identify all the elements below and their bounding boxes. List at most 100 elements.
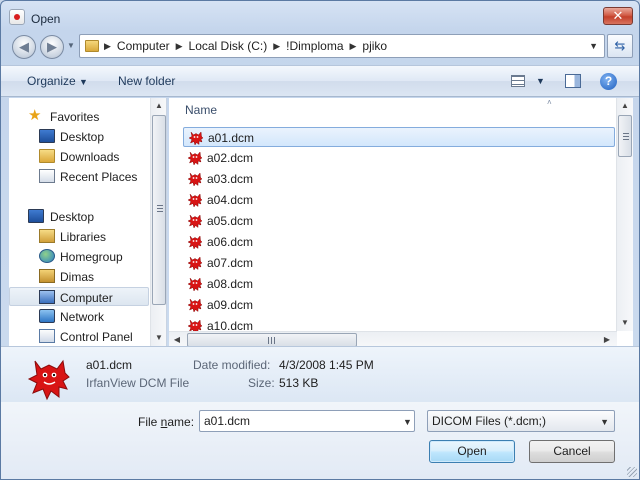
refresh-button[interactable]: ⇆ <box>607 34 633 58</box>
network-icon <box>39 309 55 323</box>
nav-favorites-label: Favorites <box>50 110 100 124</box>
breadcrumb-dimploma[interactable]: !Dimploma <box>286 39 343 53</box>
irfanview-cat-icon <box>187 298 203 313</box>
file-name: a06.dcm <box>207 235 254 249</box>
file-name: a02.dcm <box>207 151 254 165</box>
scroll-thumb[interactable] <box>152 115 166 305</box>
irfanview-cat-icon <box>187 235 203 250</box>
breadcrumb: ▶ Computer ▶ Local Disk (C:) ▶ !Dimploma… <box>104 39 387 53</box>
breadcrumb-local-disk[interactable]: Local Disk (C:) <box>189 39 268 53</box>
breadcrumb-arrow-icon[interactable]: ▶ <box>104 41 111 52</box>
details-pane: a01.dcm IrfanView DCM File Date modified… <box>1 346 639 402</box>
nav-item-desktop[interactable]: Desktop <box>9 127 149 146</box>
desktop-icon <box>39 129 55 143</box>
file-name: a03.dcm <box>207 172 254 186</box>
new-folder-button[interactable]: New folder <box>118 74 175 88</box>
recent-locations-dropdown-icon[interactable]: ▼ <box>67 41 75 50</box>
help-icon[interactable]: ? <box>600 73 617 90</box>
close-button[interactable]: ✕ <box>603 7 633 25</box>
file-list-item[interactable]: a08.dcm <box>183 274 615 294</box>
app-icon <box>9 9 25 25</box>
details-date-value: 4/3/2008 1:45 PM <box>279 358 374 372</box>
nav-desktop-root[interactable]: Desktop <box>9 207 149 226</box>
file-list-item[interactable]: a01.dcm <box>183 127 615 147</box>
irfanview-cat-icon <box>187 256 203 271</box>
nav-item-downloads[interactable]: Downloads <box>9 147 149 166</box>
back-button[interactable]: ◀ <box>12 35 36 59</box>
recent-places-icon <box>39 169 55 183</box>
file-list-item[interactable]: a07.dcm <box>183 253 615 273</box>
nav-item-computer[interactable]: Computer <box>9 287 149 306</box>
computer-icon <box>39 290 55 304</box>
nav-item-label: Homegroup <box>60 250 123 264</box>
breadcrumb-arrow-icon[interactable]: ▶ <box>273 41 280 52</box>
libraries-icon <box>39 229 55 243</box>
folder-icon <box>85 40 99 52</box>
nav-favorites[interactable]: ★ Favorites <box>9 107 149 126</box>
open-dialog: Open ✕ ◀ ▶ ▼ ▶ Computer ▶ Local Disk (C:… <box>0 0 640 480</box>
view-options-dropdown-icon[interactable]: ▼ <box>536 76 545 86</box>
nav-item-homegroup[interactable]: Homegroup <box>9 247 149 266</box>
file-list-item[interactable]: a03.dcm <box>183 169 615 189</box>
file-list-item[interactable]: a05.dcm <box>183 211 615 231</box>
irfanview-cat-icon <box>188 131 204 146</box>
details-file-type: IrfanView DCM File <box>86 376 190 390</box>
user-folder-icon <box>39 269 55 283</box>
file-name-input[interactable] <box>199 410 415 432</box>
nav-item-label: Downloads <box>60 150 120 164</box>
scroll-up-icon[interactable]: ▲ <box>617 98 633 114</box>
irfanview-cat-icon <box>187 151 203 166</box>
address-bar[interactable]: ▶ Computer ▶ Local Disk (C:) ▶ !Dimploma… <box>79 34 605 58</box>
file-list-scrollbar[interactable]: ▲ ▼ <box>616 98 633 331</box>
scroll-down-icon[interactable]: ▼ <box>617 315 633 331</box>
navigation-pane: ★ Favorites Desktop Downloads Recent Pla… <box>9 98 167 346</box>
nav-pane-scrollbar[interactable]: ▲ ▼ <box>150 98 166 346</box>
file-name-dropdown-icon[interactable]: ▼ <box>403 417 412 427</box>
file-list-item[interactable]: a09.dcm <box>183 295 615 315</box>
column-header-name[interactable]: Name <box>185 103 217 117</box>
file-list-item[interactable]: a04.dcm <box>183 190 615 210</box>
irfanview-cat-icon <box>27 359 70 401</box>
breadcrumb-arrow-icon[interactable]: ▶ <box>350 41 357 52</box>
forward-arrow-icon: ▶ <box>47 39 57 54</box>
refresh-icon: ⇆ <box>614 38 626 53</box>
file-type-value: DICOM Files (*.dcm;) <box>432 414 546 428</box>
nav-desktop-root-label: Desktop <box>50 210 95 224</box>
file-list-item[interactable]: a02.dcm <box>183 148 615 168</box>
forward-button[interactable]: ▶ <box>40 35 64 59</box>
change-view-icon[interactable] <box>511 75 525 87</box>
nav-item-network[interactable]: Network <box>9 307 149 326</box>
nav-item-recent-places[interactable]: Recent Places <box>9 167 149 186</box>
back-arrow-icon: ◀ <box>19 39 29 54</box>
file-list-item[interactable]: a06.dcm <box>183 232 615 252</box>
breadcrumb-pjiko[interactable]: pjiko <box>362 39 387 53</box>
file-name: a05.dcm <box>207 214 254 228</box>
nav-item-libraries[interactable]: Libraries <box>9 227 149 246</box>
downloads-folder-icon <box>39 149 55 163</box>
file-type-select[interactable]: DICOM Files (*.dcm;) ▼ <box>427 410 615 432</box>
nav-item-label: Control Panel <box>60 330 133 344</box>
file-name: a01.dcm <box>208 131 255 145</box>
breadcrumb-arrow-icon[interactable]: ▶ <box>176 41 183 52</box>
breadcrumb-computer[interactable]: Computer <box>117 39 170 53</box>
file-name-label: File name: <box>138 415 195 429</box>
nav-item-dimas[interactable]: Dimas <box>9 267 149 286</box>
details-date-label: Date modified: <box>193 358 271 372</box>
cancel-button[interactable]: Cancel <box>529 440 615 463</box>
scroll-down-icon[interactable]: ▼ <box>151 330 166 346</box>
organize-button[interactable]: Organize ▼ <box>27 74 88 88</box>
irfanview-cat-icon <box>187 172 203 187</box>
details-file-name: a01.dcm <box>86 358 133 372</box>
scroll-thumb[interactable] <box>187 333 357 347</box>
open-button[interactable]: Open <box>429 440 515 463</box>
address-dropdown-icon[interactable]: ▼ <box>589 41 598 51</box>
scroll-up-icon[interactable]: ▲ <box>151 98 166 114</box>
resize-grip-icon[interactable] <box>627 467 637 477</box>
favorites-star-icon: ★ <box>28 107 42 124</box>
nav-item-control-panel[interactable]: Control Panel <box>9 327 149 346</box>
homegroup-icon <box>39 249 55 263</box>
desktop-icon <box>28 209 44 223</box>
preview-pane-icon[interactable] <box>565 74 581 88</box>
title-bar[interactable]: Open ✕ <box>1 1 639 35</box>
scroll-thumb[interactable] <box>618 115 632 157</box>
